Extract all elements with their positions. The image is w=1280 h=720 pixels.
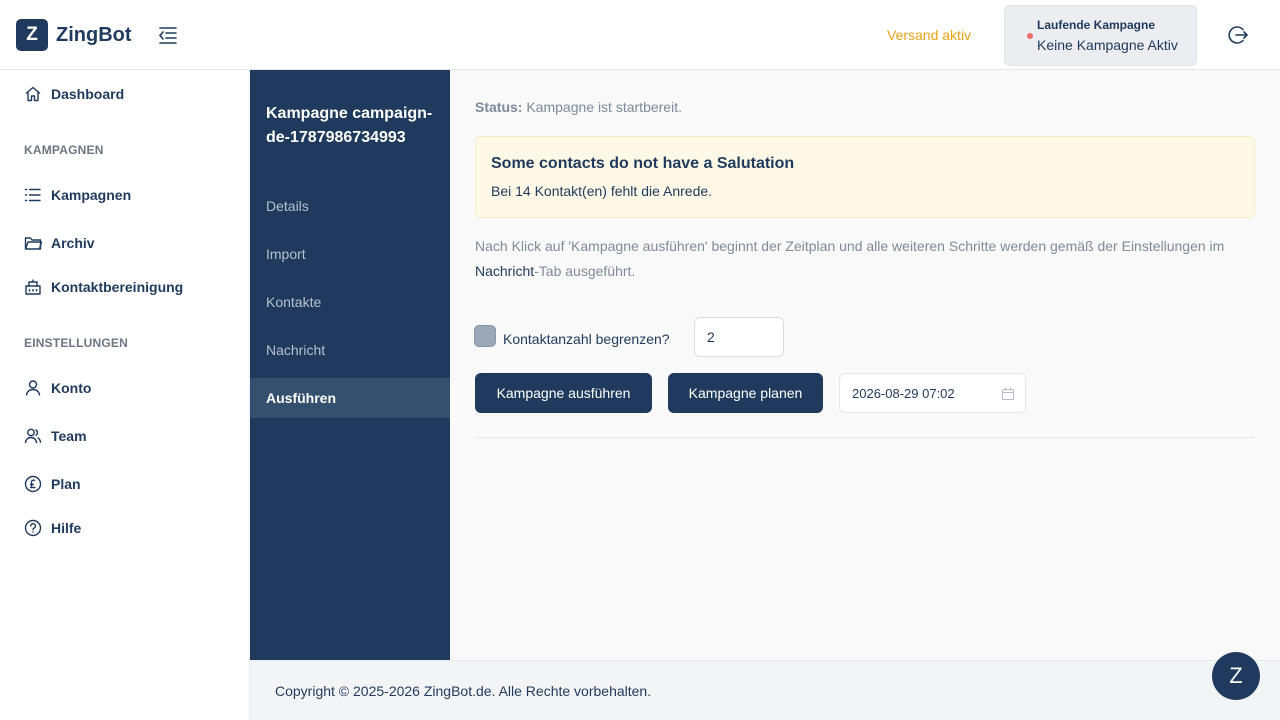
team-icon — [24, 428, 42, 444]
app-name: ZingBot — [56, 23, 132, 46]
chat-button[interactable]: Z — [1212, 652, 1260, 700]
warning-text: Bei 14 Kontakt(en) fehlt die Anrede. — [491, 183, 713, 199]
sidebar-item-label: Konto — [51, 380, 92, 396]
tab-contacts[interactable]: Kontakte — [250, 282, 450, 322]
tab-details[interactable]: Details — [250, 186, 450, 226]
running-campaign-title: Laufende Kampagne — [1037, 18, 1156, 32]
footer: Copyright © 2025-2026 ZingBot.de. Alle R… — [250, 660, 1280, 720]
tab-run[interactable]: Ausführen — [250, 378, 450, 418]
sidebar-item-label: Team — [51, 428, 87, 444]
info-text-after: -Tab ausgeführt. — [534, 263, 636, 279]
message-tab-link: Nachricht — [475, 263, 535, 279]
campaign-status: Status: Kampagne ist startbereit. — [475, 99, 682, 115]
send-status: Versand aktiv — [887, 27, 972, 43]
tab-message[interactable]: Nachricht — [250, 330, 450, 370]
folder-icon — [24, 237, 42, 250]
sidebar-item-label: Kampagnen — [51, 187, 132, 203]
sidebar-item-account[interactable]: Konto — [24, 379, 91, 397]
sidebar-item-team[interactable]: Team — [24, 427, 87, 445]
contact-limit-input[interactable] — [694, 317, 784, 357]
building-icon — [25, 279, 41, 295]
status-value: Kampagne ist startbereit. — [526, 99, 682, 115]
sidebar-item-contact-cleanup[interactable]: Kontaktbereinigung — [24, 278, 183, 296]
running-campaign-panel: Laufende Kampagne Keine Kampagne Aktiv — [1004, 5, 1197, 66]
sidebar-item-help[interactable]: Hilfe — [24, 519, 81, 537]
user-icon — [25, 380, 41, 396]
run-info-text: Nach Klick auf 'Kampagne ausführen' begi… — [475, 234, 1235, 284]
home-icon — [25, 86, 41, 102]
section-label-settings: EINSTELLUNGEN — [24, 336, 128, 350]
sidebar-item-label: Archiv — [51, 235, 95, 251]
schedule-campaign-button[interactable]: Kampagne planen — [668, 373, 823, 413]
run-campaign-button[interactable]: Kampagne ausführen — [475, 373, 652, 413]
sidebar-item-archive[interactable]: Archiv — [24, 234, 95, 252]
sidebar-item-plan[interactable]: Plan — [24, 475, 81, 493]
logo-mark: Z — [16, 19, 48, 51]
limit-contacts-checkbox[interactable] — [474, 325, 496, 347]
sidebar: Dashboard KAMPAGNEN Kampagnen Archiv Kon… — [0, 70, 250, 720]
help-icon — [24, 519, 42, 537]
list-icon — [24, 188, 41, 202]
top-header: Z ZingBot Versand aktiv Laufende Kampagn… — [0, 0, 1280, 70]
salutation-warning: Some contacts do not have a Salutation B… — [475, 136, 1255, 218]
sidebar-item-label: Hilfe — [51, 520, 82, 536]
campaign-subnav: Kampagne campaign-de-1787986734993 Detai… — [250, 70, 450, 660]
status-dot — [1027, 33, 1033, 39]
app-logo[interactable]: Z ZingBot — [16, 19, 132, 51]
info-text-before: Nach Klick auf 'Kampagne ausführen' begi… — [475, 238, 1225, 254]
tab-import[interactable]: Import — [250, 234, 450, 274]
copyright-text: Copyright © 2025-2026 ZingBot.de. Alle R… — [275, 683, 652, 699]
collapse-menu-icon[interactable] — [157, 24, 179, 46]
divider — [475, 437, 1255, 438]
running-campaign-value: Keine Kampagne Aktiv — [1037, 37, 1178, 53]
sidebar-item-label: Dashboard — [51, 86, 125, 102]
limit-contacts-label: Kontaktanzahl begrenzen? — [503, 331, 670, 347]
sidebar-item-label: Plan — [51, 476, 81, 492]
status-label: Status: — [475, 99, 523, 115]
main-content: Status: Kampagne ist startbereit. Some c… — [450, 70, 1280, 660]
pound-coin-icon — [24, 475, 42, 493]
calendar-icon — [1001, 388, 1015, 401]
warning-title: Some contacts do not have a Salutation — [491, 155, 795, 172]
sidebar-item-dashboard[interactable]: Dashboard — [24, 85, 124, 103]
logout-icon[interactable] — [1226, 23, 1250, 47]
schedule-datetime-picker[interactable]: 2026-08-29 07:02 — [839, 373, 1026, 413]
sidebar-item-campaigns[interactable]: Kampagnen — [24, 186, 131, 204]
campaign-title: Kampagne campaign-de-1787986734993 — [266, 105, 433, 146]
section-label-campaigns: KAMPAGNEN — [24, 143, 104, 157]
schedule-datetime-value: 2026-08-29 07:02 — [852, 386, 955, 401]
sidebar-item-label: Kontaktbereinigung — [51, 279, 184, 295]
